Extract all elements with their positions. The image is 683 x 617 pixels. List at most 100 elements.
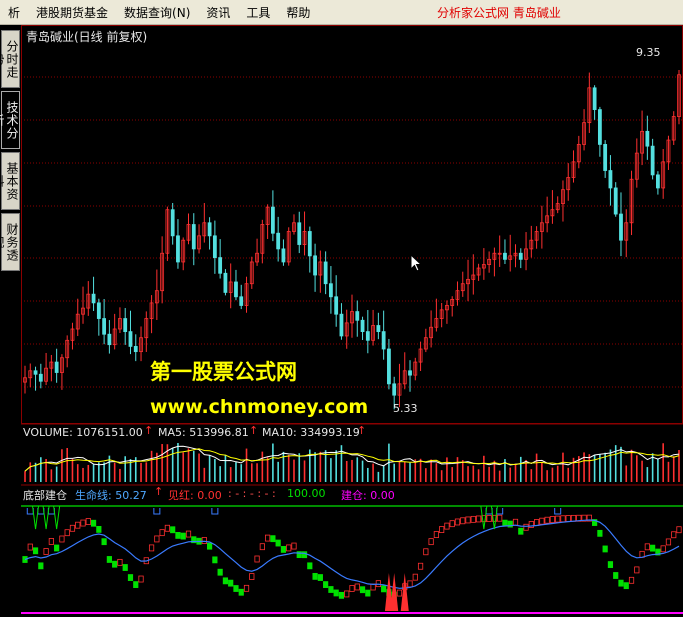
blue-marker-icon [554,508,562,515]
indicator-block [133,581,139,588]
candle-body [207,222,212,237]
indicator-block [523,523,529,531]
lifeline-curve [24,519,680,589]
indicator-block [359,586,366,594]
menu-item-1[interactable]: 港股期货基金 [28,4,116,21]
lifeline-arrow-icon: ↑ [154,485,164,498]
indicator-block [449,520,455,528]
candle-body [297,222,302,245]
side-tab-0[interactable]: 分时走势 [0,30,20,88]
candle-body [323,261,328,285]
hundred-value: 100.00 [287,487,326,500]
indicator-block [291,542,297,550]
indicator-block [275,539,281,547]
candle-body [645,130,650,147]
side-tab-2[interactable]: 基本资料 [0,152,20,210]
indicator-block [96,526,102,533]
indicator-block [75,521,81,529]
indicator-block [69,524,76,532]
indicator-block [122,564,128,571]
indicator-block [634,566,640,574]
indicator-block [660,545,666,553]
ma10-arrow-icon: ↑ [357,424,367,437]
indicator-block [280,546,287,553]
jiancang-value: 建仓: 0.00 [341,489,395,502]
volume-arrow-icon: ↑ [144,424,154,437]
indicator-block [301,551,308,559]
indicator-block [159,529,165,537]
indicator-block [270,535,276,543]
indicator-block [423,548,429,556]
candle-body [54,361,59,373]
indicator-block [444,522,450,530]
dash-values: : - : - : - : [228,487,276,500]
indicator-block [243,584,250,592]
candle-body [107,333,112,346]
indicator-block [555,515,561,523]
candle-body [38,373,43,382]
candle-body [329,283,333,298]
candle-body [128,331,133,347]
indicator-block [59,535,65,543]
candle-body [123,318,128,333]
indicator-block [212,556,218,564]
candle-body [313,255,317,276]
indicator-block [428,538,434,546]
indicator-block [312,572,318,580]
candle-body [307,231,312,257]
price-panel-frame [21,25,683,424]
candle-body [603,144,608,171]
indicator-block [433,531,439,538]
side-tab-3[interactable]: 财务透视 [0,213,20,271]
blue-marker-icon [26,508,34,515]
indicator-block [80,519,86,527]
candle-body [650,145,655,176]
indicator-block [170,526,176,534]
indicator-block [328,586,334,593]
indicator-block [259,543,265,551]
menu-item-4[interactable]: 工具 [238,4,278,21]
indicator-block [265,534,271,542]
blue-marker-icon [211,508,219,515]
indicator-block [344,590,350,598]
indicator-block [222,577,229,585]
menu-item-2[interactable]: 数据查询(N) [116,4,198,21]
blue-marker-icon [485,508,493,515]
candle-body [218,257,223,274]
volume-value: VOLUME: 1076151.00 [23,426,143,439]
indicator-block [549,516,556,523]
indicator-block [676,526,682,534]
indicator-block [544,516,550,524]
high-price-label: 9.35 [636,46,661,59]
indicator-block [180,532,186,540]
indicator-block [512,518,519,526]
indicator-block [650,544,656,552]
candle-body [365,331,370,341]
candle-body [608,170,613,189]
side-tabs: 分时走势技术分析基本资料财务透视 [0,25,21,617]
chart-title: 青岛碱业(日线 前复权) [26,30,148,44]
indicator-block [497,514,503,522]
candle-body [355,311,360,321]
indicator-name: 底部建仓 [23,489,67,502]
candle-body [33,370,38,375]
watermark-title: 第一股票公式网 [150,360,297,384]
candle-body [503,252,507,260]
indicator-block [185,530,192,538]
side-tab-1[interactable]: 技术分析 [0,91,20,149]
indicator-block [307,562,313,570]
candle-body [387,348,391,385]
indicator-block [333,589,339,597]
indicator-block [27,543,33,551]
indicator-block [470,515,476,523]
indicator-block [127,574,134,581]
indicator-block [206,542,213,550]
menu-item-5[interactable]: 帮助 [278,4,318,21]
indicator-block [349,585,355,592]
indicator-block [671,531,677,539]
menu-item-3[interactable]: 资讯 [198,4,238,21]
indicator-block [323,581,329,588]
menu-item-0[interactable]: 析 [0,4,28,21]
indicator-block [628,576,635,584]
candle-body [334,296,339,315]
